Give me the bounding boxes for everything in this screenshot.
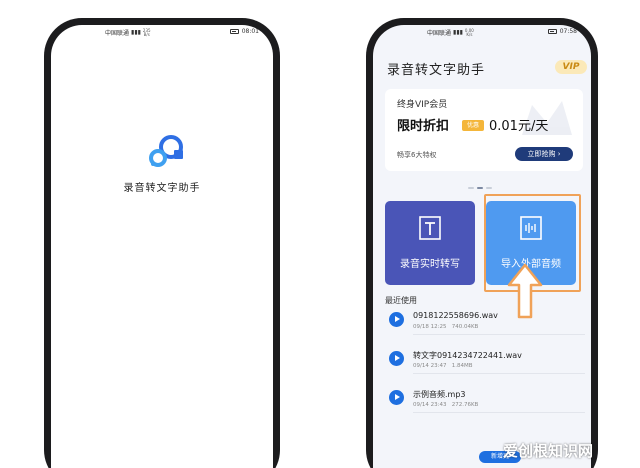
carousel-dot: [486, 187, 492, 189]
arrow-up-annotation-icon: [507, 263, 543, 319]
status-time: 07:58: [559, 28, 577, 35]
chevron-right-icon: ›: [557, 150, 561, 158]
splash-screen: 中国联通 ▮▮▮ 235 B/s 08:01 录音转文字助手: [51, 25, 273, 468]
net-speed: 235 B/s: [143, 28, 151, 37]
file-name: 示例音频.mp3: [413, 390, 466, 399]
divider: [413, 334, 585, 335]
app-logo-icon: [149, 135, 183, 167]
status-left: 中国联通 ▮▮▮ 0.00 K/s: [427, 28, 474, 37]
vip-price: 0.01元/天: [489, 119, 549, 134]
carousel-indicator: [468, 187, 492, 189]
buy-now-label: 立即抢购: [527, 150, 556, 158]
list-item[interactable]: 示例音频.mp3 09/14 23:43 272.76KB: [385, 383, 585, 413]
status-right: 08:01: [229, 28, 259, 35]
file-size: 740.04KB: [451, 324, 479, 330]
carrier-text: 中国联通: [105, 30, 130, 37]
speed-unit: B/s: [143, 31, 150, 37]
app-header: 录音转文字助手 VIP: [387, 57, 587, 79]
file-size: 272.76KB: [451, 402, 479, 408]
buy-now-button[interactable]: 立即抢购 ›: [515, 147, 573, 161]
file-name: 转文字0914234722441.wav: [413, 351, 522, 360]
carousel-dot: [468, 187, 474, 189]
file-meta: 09/14 23:43 272.76KB: [413, 402, 478, 408]
play-icon[interactable]: [389, 312, 404, 327]
carousel-dot-active: [477, 187, 483, 189]
speed-unit: K/s: [466, 31, 473, 37]
status-left: 中国联通 ▮▮▮ 235 B/s: [105, 28, 151, 37]
signal-icon: ▮▮▮: [453, 29, 463, 36]
file-date: 09/14 23:43: [413, 402, 447, 408]
splash-app-name: 录音转文字助手: [123, 183, 201, 194]
realtime-record-label: 录音实时转写: [400, 259, 460, 270]
vip-promo-card[interactable]: 终身VIP会员 限时折扣 优惠 0.01元/天 畅享6大特权 立即抢购 ›: [385, 89, 583, 171]
battery-icon: [547, 29, 557, 34]
file-meta: 09/18 12:25 740.04KB: [413, 324, 478, 330]
signal-icon: ▮▮▮: [131, 29, 141, 36]
discount-tag: 优惠: [462, 120, 484, 131]
text-transcribe-icon: [419, 216, 441, 240]
phone-main: 中国联通 ▮▮▮ 0.00 K/s 07:58 录音转文字助手 VIP 终身VI: [366, 18, 598, 468]
main-screen: 中国联通 ▮▮▮ 0.00 K/s 07:58 录音转文字助手 VIP 终身VI: [373, 25, 591, 468]
list-item[interactable]: 转文字0914234722441.wav 09/14 23:47 1.84MB: [385, 344, 585, 374]
phone-splash: 中国联通 ▮▮▮ 235 B/s 08:01 录音转文字助手: [44, 18, 280, 468]
file-date: 09/14 23:47: [413, 363, 447, 369]
file-meta: 09/14 23:47 1.84MB: [413, 363, 472, 369]
status-right: 07:58: [547, 28, 577, 35]
vip-card-headline: 限时折扣: [397, 119, 450, 134]
file-date: 09/18 12:25: [413, 324, 447, 330]
list-item[interactable]: 0918122558696.wav 09/18 12:25 740.04KB: [385, 305, 585, 335]
file-name: 0918122558696.wav: [413, 311, 498, 320]
app-title: 录音转文字助手: [387, 63, 486, 78]
vip-card-title: 终身VIP会员: [397, 100, 448, 110]
play-icon[interactable]: [389, 351, 404, 366]
net-speed: 0.00 K/s: [465, 28, 474, 37]
status-time: 08:01: [241, 28, 259, 35]
divider: [413, 412, 585, 413]
vip-card-note: 畅享6大特权: [397, 151, 437, 159]
play-icon[interactable]: [389, 390, 404, 405]
file-size: 1.84MB: [451, 363, 473, 369]
realtime-record-tile[interactable]: 录音实时转写: [385, 201, 475, 285]
stage: 中国联通 ▮▮▮ 235 B/s 08:01 录音转文字助手 中国联通 ▮▮▮ …: [0, 0, 640, 468]
watermark: 爱创根知识网: [503, 442, 594, 460]
vip-badge-button[interactable]: VIP: [555, 60, 587, 74]
battery-icon: [229, 29, 239, 34]
divider: [413, 373, 585, 374]
carrier-text: 中国联通: [427, 30, 452, 37]
